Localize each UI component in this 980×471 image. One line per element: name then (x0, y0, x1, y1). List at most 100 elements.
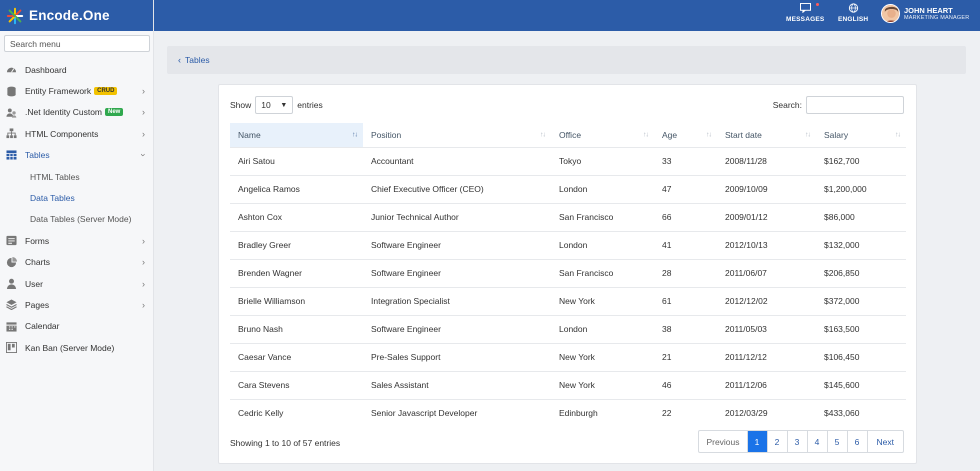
entries-length-control: Show 10 ▼ entries (230, 96, 323, 114)
cell-age: 47 (654, 174, 717, 203)
sidebar-item-net-identity[interactable]: .Net Identity Custom New › (0, 102, 154, 123)
sort-asc-icon: ↑↓ (352, 131, 358, 139)
user-icon (6, 278, 17, 290)
entries-label: entries (297, 100, 323, 110)
cell-age: 22 (654, 398, 717, 427)
cell-office: London (551, 314, 654, 343)
chevron-right-icon: › (142, 128, 145, 139)
sidebar-item-label: Tables (25, 150, 50, 161)
notification-dot (816, 3, 820, 6)
sidebar-item-label: Kan Ban (Server Mode) (25, 342, 115, 353)
cell-position: Software Engineer (363, 314, 551, 343)
column-header-label: Start date (725, 129, 762, 140)
cell-start-date: 2011/12/06 (717, 370, 816, 399)
top-navbar: MESSAGES ENGLISH JOHN HEART MARKETING MA… (154, 0, 980, 31)
chevron-right-icon: › (142, 86, 145, 97)
page-button-6[interactable]: 6 (846, 431, 867, 452)
sidebar-item-label: Entity Framework (25, 86, 92, 97)
sort-icon: ↑↓ (706, 131, 712, 139)
sidebar-item-tables[interactable]: Tables › (0, 145, 154, 166)
sidebar-item-html-components[interactable]: HTML Components › (0, 123, 154, 144)
column-header-salary[interactable]: Salary ↑↓ (816, 123, 906, 147)
column-header-label: Position (371, 129, 402, 140)
sidebar-item-charts[interactable]: Charts › (0, 252, 154, 273)
cell-age: 61 (654, 286, 717, 315)
sidebar-item-pages[interactable]: Pages › (0, 294, 154, 315)
cell-position: Senior Javascript Developer (363, 398, 551, 427)
cell-start-date: 2012/12/02 (717, 286, 816, 315)
sidebar-item-label: Dashboard (25, 64, 67, 75)
table-row: Ashton Cox Junior Technical Author San Fra… (230, 202, 906, 231)
user-name: JOHN HEART (904, 6, 953, 15)
page-button-2[interactable]: 2 (766, 431, 787, 452)
chevron-left-icon: ‹ (178, 55, 181, 65)
sort-icon: ↑↓ (805, 131, 811, 139)
chevron-right-icon: › (142, 299, 145, 310)
table-search-input[interactable] (806, 96, 904, 114)
dropdown-arrow-icon: ▼ (280, 101, 288, 109)
sidebar-item-user[interactable]: User › (0, 273, 154, 294)
cell-start-date: 2011/05/03 (717, 314, 816, 343)
user-menu[interactable]: JOHN HEART MARKETING MANAGER (881, 4, 969, 23)
breadcrumb-link-tables[interactable]: Tables (185, 55, 210, 65)
column-header-office[interactable]: Office ↑↓ (551, 123, 654, 147)
sidebar-subitem-data-tables-server[interactable]: Data Tables (Server Mode) (0, 209, 154, 230)
sidebar-item-label: User (25, 278, 43, 289)
cell-office: London (551, 230, 654, 259)
cell-position: Junior Technical Author (363, 202, 551, 231)
cell-office: Edinburgh (551, 398, 654, 427)
messages-button[interactable]: MESSAGES (786, 3, 824, 23)
cell-age: 28 (654, 258, 717, 287)
sidebar-subitem-html-tables[interactable]: HTML Tables (0, 166, 154, 187)
search-menu-input[interactable] (4, 35, 150, 52)
message-icon (799, 3, 811, 13)
language-button[interactable]: ENGLISH (838, 3, 868, 23)
sidebar-item-entity-framework[interactable]: Entity Framework CRUD › (0, 80, 154, 101)
page-button-5[interactable]: 5 (826, 431, 847, 452)
cell-position: Accountant (363, 146, 551, 175)
language-label: ENGLISH (838, 16, 869, 23)
table-header-row: Name ↑↓ Position ↑↓ Office ↑↓ Age ↑↓ Start d… (230, 123, 906, 147)
page-button-3[interactable]: 3 (786, 431, 807, 452)
pie-chart-icon (6, 256, 17, 268)
column-header-start-date[interactable]: Start date ↑↓ (717, 123, 816, 147)
sidebar-item-kanban[interactable]: Kan Ban (Server Mode) (0, 337, 154, 358)
column-header-name[interactable]: Name ↑↓ (230, 123, 363, 147)
cell-office: New York (551, 286, 654, 315)
sidebar-item-dashboard[interactable]: Dashboard (0, 59, 154, 80)
next-page-button[interactable]: Next (866, 431, 903, 452)
page-button-1[interactable]: 1 (746, 431, 767, 452)
sidebar-item-forms[interactable]: Forms › (0, 230, 154, 251)
table-row: Airi Satou Accountant Tokyo 33 2008/11/28 $16… (230, 146, 906, 175)
cell-age: 46 (654, 370, 717, 399)
column-header-age[interactable]: Age ↑↓ (654, 123, 717, 147)
cell-position: Software Engineer (363, 230, 551, 259)
cell-age: 41 (654, 230, 717, 259)
user-info: JOHN HEART MARKETING MANAGER (904, 6, 969, 21)
chevron-down-icon: › (138, 153, 149, 157)
table-row: Cara Stevens Sales Assistant New York 46 201… (230, 370, 906, 399)
cell-age: 21 (654, 342, 717, 371)
cell-position: Integration Specialist (363, 286, 551, 315)
cell-start-date: 2008/11/28 (717, 146, 816, 175)
cell-name: Bradley Greer (230, 230, 363, 259)
cell-start-date: 2011/06/07 (717, 258, 816, 287)
page-button-4[interactable]: 4 (806, 431, 827, 452)
previous-page-button[interactable]: Previous (699, 431, 746, 452)
column-header-position[interactable]: Position ↑↓ (363, 123, 551, 147)
sort-icon: ↑↓ (643, 131, 649, 139)
sort-icon: ↑↓ (540, 131, 546, 139)
cell-name: Cara Stevens (230, 370, 363, 399)
brand-header[interactable]: Encode.One (0, 0, 153, 31)
user-role: MARKETING MANAGER (904, 15, 970, 21)
datatable-card: Show 10 ▼ entries Search: Name ↑↓ Positio… (218, 84, 917, 464)
sidebar-item-calendar[interactable]: Calendar (0, 316, 154, 337)
cell-salary: $372,000 (816, 286, 906, 315)
table-row: Brielle Williamson Integration Specialist… (230, 286, 906, 315)
cell-name: Angelica Ramos (230, 174, 363, 203)
sidebar-subitem-data-tables[interactable]: Data Tables (0, 187, 154, 208)
sidebar-item-label: .Net Identity Custom (25, 107, 103, 118)
dashboard-icon (6, 64, 17, 75)
column-header-label: Age (662, 129, 678, 140)
entries-length-select[interactable]: 10 ▼ (255, 96, 294, 114)
